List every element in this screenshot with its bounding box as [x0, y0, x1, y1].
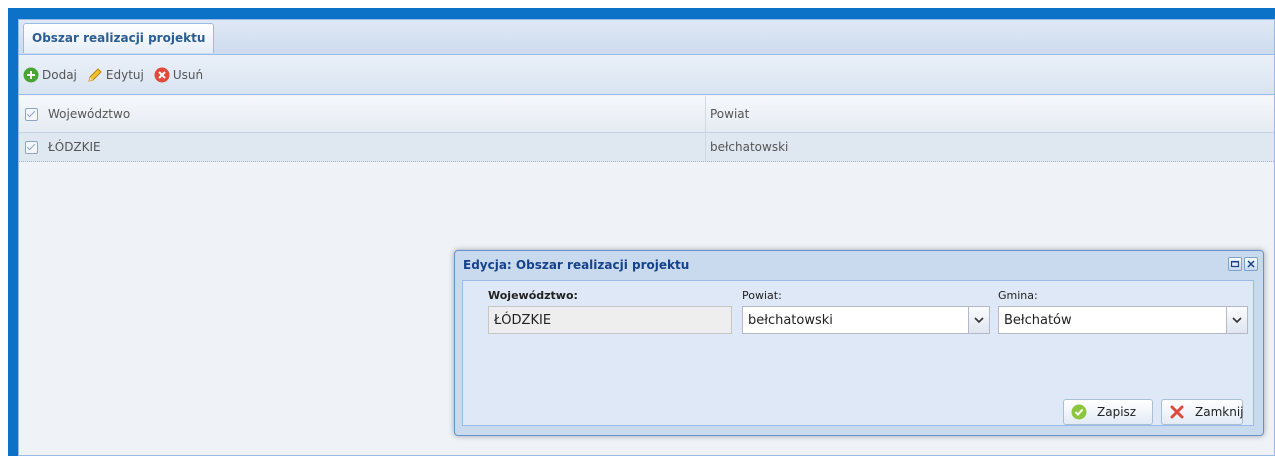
delete-button-label: Usuń — [172, 67, 204, 82]
save-button[interactable]: Zapisz — [1063, 399, 1153, 425]
row-checkbox[interactable] — [25, 140, 38, 154]
tab-strip: Obszar realizacji projektu — [19, 20, 1274, 55]
cell-wojewodztwo: ŁÓDZKIE — [19, 133, 705, 161]
delete-circle-icon — [154, 67, 170, 83]
column-header-powiat[interactable]: Powiat — [706, 96, 1266, 132]
powiat-select[interactable]: bełchatowski — [742, 306, 990, 334]
chevron-down-icon — [1232, 313, 1242, 328]
close-icon[interactable] — [1244, 257, 1258, 271]
powiat-dropdown-trigger[interactable] — [968, 307, 989, 333]
dialog-tools — [1228, 257, 1258, 271]
close-x-icon — [1169, 404, 1185, 420]
tab-obszar-realizacji[interactable]: Obszar realizacji projektu — [23, 23, 215, 53]
grid-header: Województwo Powiat — [19, 96, 1274, 133]
delete-button[interactable]: Usuń — [154, 67, 203, 83]
gmina-label: Gmina: — [998, 289, 1038, 302]
add-button-label: Dodaj — [42, 67, 77, 82]
edit-button-label: Edytuj — [105, 67, 144, 82]
toolbar: Dodaj Edytuj Usuń — [19, 55, 1274, 95]
wojewodztwo-field[interactable]: ŁÓDZKIE — [488, 306, 732, 334]
powiat-label: Powiat: — [742, 289, 782, 302]
dialog-title: Edycja: Obszar realizacji projektu — [463, 258, 690, 272]
column-header-wojewodztwo[interactable]: Województwo — [19, 96, 705, 132]
gmina-dropdown-trigger[interactable] — [1226, 307, 1247, 333]
close-button[interactable]: Zamknij — [1161, 399, 1244, 425]
add-button[interactable]: Dodaj — [23, 67, 77, 83]
chevron-down-icon — [974, 313, 984, 328]
checkmark-icon — [1071, 404, 1087, 420]
pencil-icon — [87, 67, 103, 83]
plus-circle-icon — [23, 67, 39, 83]
wojewodztwo-label: Województwo: — [488, 289, 578, 302]
dialog-body: Województwo: ŁÓDZKIE Powiat: bełchatowsk… — [462, 280, 1254, 426]
cell-powiat: bełchatowski — [710, 140, 789, 154]
edit-button[interactable]: Edytuj — [87, 67, 144, 83]
edit-dialog: Edycja: Obszar realizacji projektu Wojew… — [454, 250, 1264, 436]
maximize-icon[interactable] — [1228, 257, 1242, 271]
select-all-checkbox[interactable] — [25, 107, 38, 121]
gmina-select[interactable]: Bełchatów — [998, 306, 1248, 334]
table-row[interactable]: ŁÓDZKIE bełchatowski — [19, 133, 1274, 162]
